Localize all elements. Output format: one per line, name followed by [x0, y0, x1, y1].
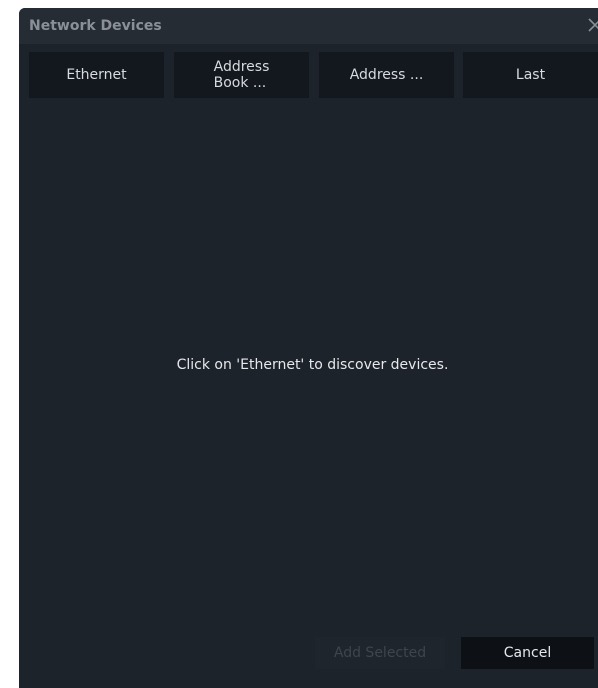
- network-devices-dialog: Network Devices Ethernet Address Book ..…: [19, 8, 598, 688]
- column-tabs: Ethernet Address Book ... Address ... La…: [19, 44, 598, 102]
- tab-address-label: Address ...: [349, 67, 424, 83]
- tab-ethernet-label: Ethernet: [66, 67, 127, 83]
- empty-state-message: Click on 'Ethernet' to discover devices.: [176, 357, 449, 373]
- tab-last-label: Last: [515, 67, 546, 83]
- tab-address-book-label: Address Book ...: [213, 59, 270, 91]
- close-button[interactable]: [584, 14, 598, 36]
- close-icon: [588, 18, 598, 32]
- tab-address[interactable]: Address ...: [319, 52, 454, 98]
- cancel-button[interactable]: Cancel: [461, 637, 594, 669]
- tab-address-book[interactable]: Address Book ...: [174, 52, 309, 98]
- tab-ethernet[interactable]: Ethernet: [29, 52, 164, 98]
- title-bar[interactable]: Network Devices: [19, 8, 598, 44]
- tab-last[interactable]: Last: [463, 52, 598, 98]
- add-selected-button[interactable]: Add Selected: [315, 637, 445, 669]
- dialog-title: Network Devices: [29, 18, 162, 34]
